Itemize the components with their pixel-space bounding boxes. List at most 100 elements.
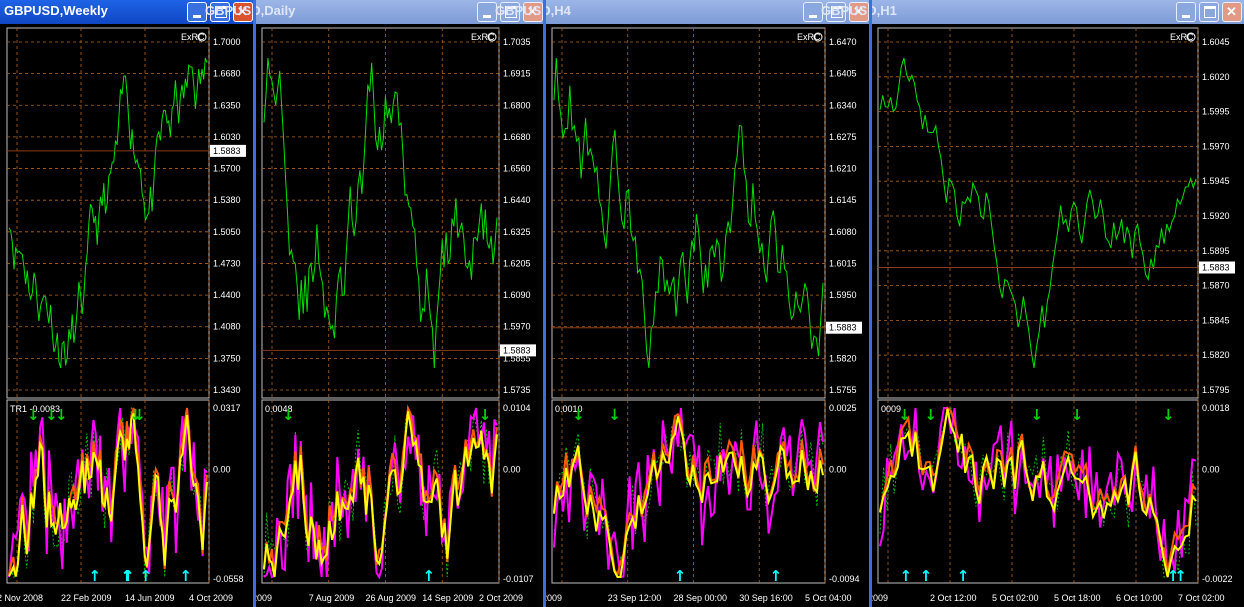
- indicator-tick-label: -0.0094: [829, 574, 860, 584]
- price-tick-label: 1.5995: [1202, 107, 1230, 117]
- price-tick-label: 1.7035: [503, 37, 531, 47]
- price-tick-label: 1.6210: [829, 164, 857, 174]
- price-tick-label: 1.5735: [503, 385, 531, 395]
- window-titlebar[interactable]: GBPUSD,H1: [821, 0, 1244, 24]
- price-tick-label: 1.6470: [829, 37, 857, 47]
- window-title: GBPUSD,Daily: [205, 3, 296, 18]
- chart-window-3[interactable]: GBPUSD,H41.64701.64051.63401.62751.62101…: [495, 0, 871, 607]
- indicator-tick-label: -0.0107: [503, 574, 534, 584]
- sell-signal-arrow-icon: ↓: [1031, 406, 1044, 424]
- chart-canvas[interactable]: 1.6045 1.6020 1.5995 1.5970 1.5945 1.5920 1.58…: [871, 24, 1244, 607]
- price-tick-label: 1.6440: [503, 195, 531, 205]
- price-tick-label: 1.6045: [1202, 37, 1230, 47]
- price-tick-label: 1.4080: [213, 322, 241, 332]
- price-series-line: [553, 57, 824, 369]
- buy-signal-arrow-icon: ↑: [122, 567, 135, 585]
- price-tick-label: 1.6325: [503, 227, 531, 237]
- price-tick-label: 1.5820: [1202, 350, 1230, 360]
- sell-signal-arrow-icon: ↓: [1071, 406, 1084, 424]
- window-title: GBPUSD,H4: [495, 3, 571, 18]
- price-pane-frame: [6, 27, 210, 399]
- buy-signal-arrow-icon: ↑: [1167, 567, 1180, 585]
- minimize-button[interactable]: [187, 2, 207, 22]
- time-tick-label: 28 Sep 00:00: [674, 593, 728, 603]
- current-price-label: 1.5883: [213, 146, 241, 156]
- current-price-label: 1.5883: [829, 323, 857, 333]
- price-series-line: [8, 57, 208, 369]
- time-tick-label: 23 Sep 12:00: [608, 593, 662, 603]
- minimize-button[interactable]: [477, 2, 497, 22]
- price-tick-label: 1.3750: [213, 353, 241, 363]
- chart-window-1[interactable]: GBPUSD,Weekly 1.7000 1.6680 1.6350 1.6030 1.5…: [0, 0, 255, 607]
- buy-signal-arrow-icon: ↑: [88, 567, 101, 585]
- price-tick-label: 1.6020: [1202, 72, 1230, 82]
- indicator-tick-label: -0.0558: [213, 574, 244, 584]
- price-tick-label: 1.6145: [829, 195, 857, 205]
- indicator-tick-label: 0.00: [503, 465, 521, 475]
- sell-signal-arrow-icon: ↓: [1162, 406, 1175, 424]
- time-tick-label: 14 Jun 2009: [125, 593, 175, 603]
- price-series-line: [879, 57, 1197, 369]
- sell-signal-arrow-icon: ↓: [282, 406, 295, 424]
- price-tick-label: 1.5895: [1202, 246, 1230, 256]
- price-tick-label: 1.5970: [1202, 141, 1230, 151]
- magenta-trend-line: [879, 407, 1197, 578]
- price-tick-label: 1.5380: [213, 195, 241, 205]
- window-title: GBPUSD,Weekly: [4, 3, 108, 18]
- price-tick-label: 1.6560: [503, 164, 531, 174]
- minimize-button[interactable]: [1176, 2, 1196, 22]
- close-button[interactable]: [1222, 2, 1242, 22]
- indicator-tick-label: -0.0022: [1202, 574, 1233, 584]
- price-tick-label: 1.4730: [213, 258, 241, 268]
- price-tick-label: 1.6030: [213, 132, 241, 142]
- price-tick-label: 1.5755: [829, 385, 857, 395]
- time-tick-label: 7 Oct 02:00: [1178, 593, 1225, 603]
- buy-signal-arrow-icon: ↑: [674, 567, 687, 585]
- magenta-trend-line: [263, 407, 498, 580]
- indicator-tick-label: 0.00: [829, 465, 847, 475]
- buy-signal-arrow-icon: ↑: [422, 567, 435, 585]
- chart-canvas[interactable]: 1.7000 1.6680 1.6350 1.6030 1.5700 1.5380 1.50…: [0, 24, 255, 607]
- window-border: [253, 0, 256, 607]
- time-tick-label: 2009: [871, 593, 888, 603]
- minimize-button[interactable]: [803, 2, 823, 22]
- price-tick-label: 1.5820: [829, 353, 857, 363]
- window-title: GBPUSD,H1: [821, 3, 897, 18]
- indicator-tick-label: 0.00: [213, 465, 231, 475]
- chart-window-4[interactable]: GBPUSD,H11.60451.60201.59951.59701.59451…: [821, 0, 1244, 607]
- current-price-label: 1.5883: [503, 345, 531, 355]
- price-tick-label: 1.6275: [829, 132, 857, 142]
- sell-signal-arrow-icon: ↓: [924, 406, 937, 424]
- price-tick-label: 1.4400: [213, 290, 241, 300]
- indicator-tick-label: 0.0104: [503, 403, 531, 413]
- time-tick-label: 5 Oct 18:00: [1054, 593, 1101, 603]
- price-tick-label: 1.6680: [213, 69, 241, 79]
- time-tick-label: 2 Oct 12:00: [930, 593, 977, 603]
- sell-signal-arrow-icon: ↓: [898, 406, 911, 424]
- time-tick-label: 2 Oct 2009: [479, 593, 523, 603]
- buy-signal-arrow-icon: ↑: [957, 567, 970, 585]
- price-tick-label: 1.6340: [829, 100, 857, 110]
- buy-signal-arrow-icon: ↑: [769, 567, 782, 585]
- price-series-line: [263, 57, 498, 369]
- sell-signal-arrow-icon: ↓: [479, 406, 492, 424]
- chart-window-2[interactable]: GBPUSD,Daily 1.7035 1.6915 1.6800 1.6680 1.65…: [205, 0, 545, 607]
- chart-canvas[interactable]: 1.7035 1.6915 1.6800 1.6680 1.6560 1.6440 1.63…: [255, 24, 545, 607]
- sell-signal-arrow-icon: ↓: [133, 406, 146, 424]
- maximize-button[interactable]: [1199, 2, 1219, 22]
- yellow-trend-line: [553, 416, 824, 578]
- price-pane-frame: [261, 27, 500, 399]
- current-price-label: 1.5883: [1202, 263, 1230, 273]
- sell-signal-arrow-icon: ↓: [27, 406, 40, 424]
- price-tick-label: 1.6080: [829, 227, 857, 237]
- indicator-tick-label: 0.0025: [829, 403, 857, 413]
- price-tick-label: 1.5845: [1202, 315, 1230, 325]
- time-tick-label: 26 Aug 2009: [366, 593, 417, 603]
- time-tick-label: 7 Aug 2009: [309, 593, 355, 603]
- chart-canvas[interactable]: 1.6470 1.6405 1.6340 1.6275 1.6210 1.6145 1.60…: [545, 24, 871, 607]
- price-tick-label: 1.6405: [829, 69, 857, 79]
- time-tick-label: 5 Oct 04:00: [805, 593, 852, 603]
- price-pane-frame: [551, 27, 826, 399]
- buy-signal-arrow-icon: ↑: [139, 567, 152, 585]
- price-tick-label: 1.5970: [503, 322, 531, 332]
